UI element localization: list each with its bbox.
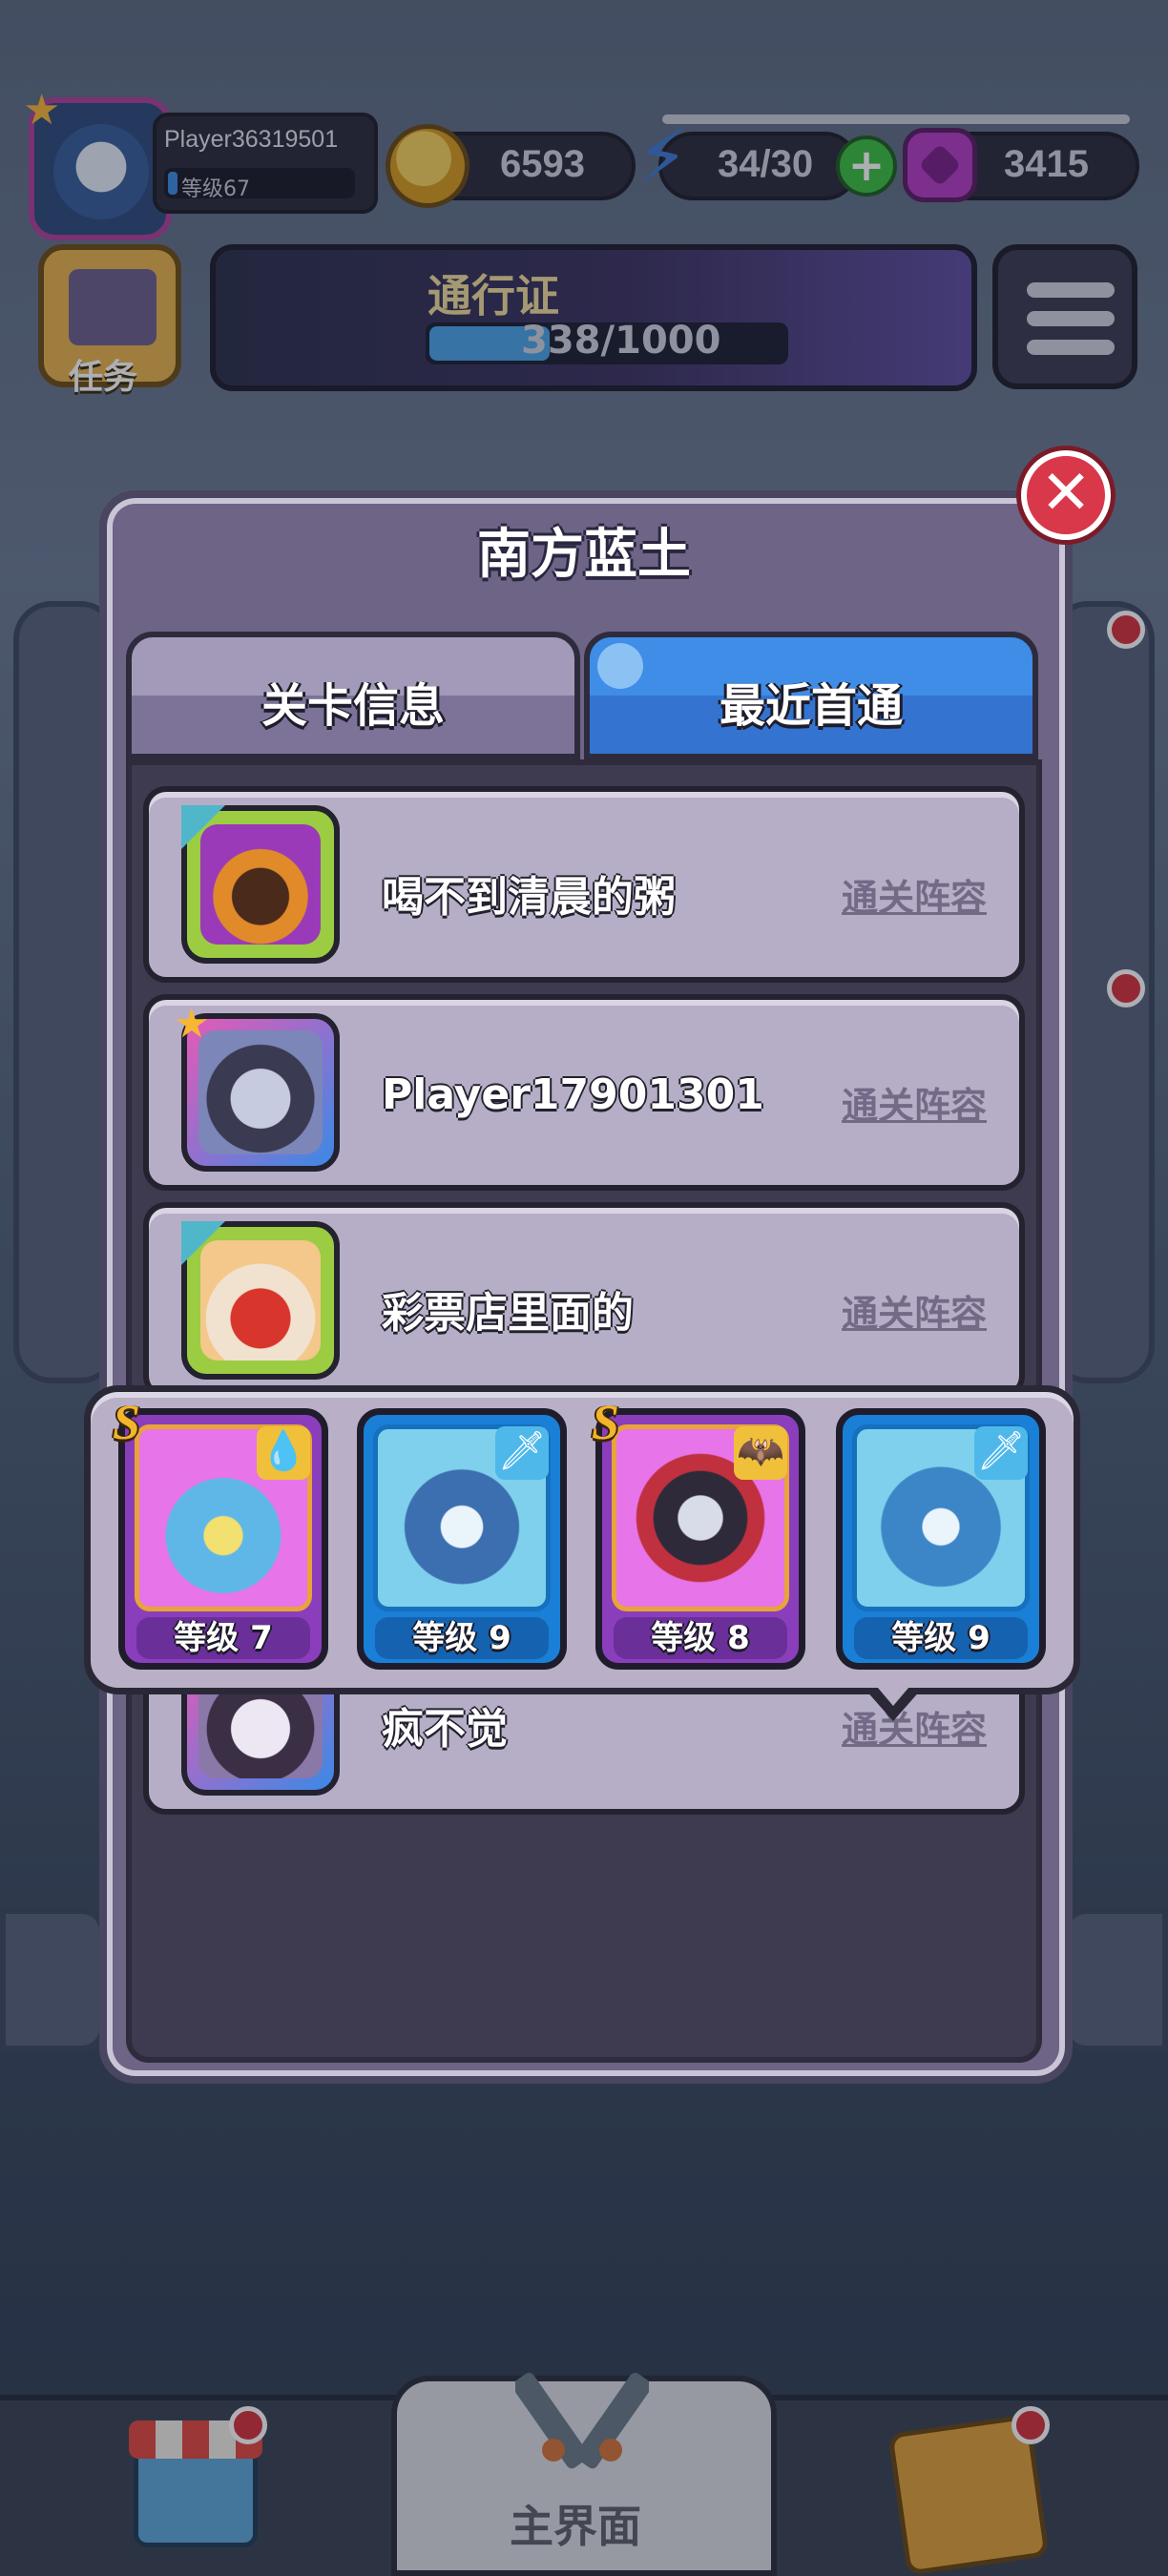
s-rank-badge: S <box>592 1396 619 1450</box>
hero-card[interactable]: 💧 等级 7 <box>118 1408 328 1670</box>
tab-level-info-label: 关卡信息 <box>261 679 445 733</box>
popup-pointer <box>865 1681 922 1721</box>
hero-card[interactable]: 🗡 等级 9 <box>357 1408 567 1670</box>
player-name: Player17901301 <box>382 1070 764 1119</box>
close-icon: ✕ <box>1040 458 1092 529</box>
vampire-icon <box>198 1030 323 1154</box>
modal-title: 南方蓝土 <box>477 524 691 586</box>
hero-level: 等级 9 <box>375 1617 549 1659</box>
player-avatar[interactable] <box>181 1221 340 1380</box>
list-item: ★ Player17901301 通关阵容 <box>143 994 1025 1191</box>
flag-icon <box>181 1221 225 1265</box>
player-avatar[interactable]: ★ <box>174 1000 340 1172</box>
hero-card[interactable]: 🦇 等级 8 <box>595 1408 805 1670</box>
player-avatar[interactable] <box>181 805 340 964</box>
hero-level: 等级 8 <box>614 1617 787 1659</box>
close-button[interactable]: ✕ <box>1021 450 1111 540</box>
player-name: 疯不觉 <box>382 1705 508 1754</box>
water-drop-icon: 💧 <box>257 1426 310 1480</box>
hero-level: 等级 9 <box>854 1617 1028 1659</box>
flag-icon <box>181 805 225 849</box>
player-name: 喝不到清晨的粥 <box>382 873 676 922</box>
list-item: 喝不到清晨的粥 通关阵容 <box>143 786 1025 983</box>
hero-level: 等级 7 <box>136 1617 310 1659</box>
tab-recent-first-clear-label: 最近首通 <box>719 679 903 733</box>
clear-lineup-link[interactable]: 通关阵容 <box>842 868 987 921</box>
sword-icon: 🗡 <box>974 1426 1028 1480</box>
clear-lineup-link[interactable]: 通关阵容 <box>842 1284 987 1337</box>
s-rank-badge: S <box>113 1396 140 1450</box>
bat-icon: 🦇 <box>734 1426 787 1480</box>
player-name: 彩票店里面的 <box>382 1289 634 1338</box>
clear-lineup-link[interactable]: 通关阵容 <box>842 1076 987 1129</box>
hero-card[interactable]: 🗡 等级 9 <box>836 1408 1046 1670</box>
star-icon: ★ <box>174 1000 210 1047</box>
list-item: 彩票店里面的 通关阵容 <box>143 1202 1025 1399</box>
sword-icon: 🗡 <box>495 1426 549 1480</box>
